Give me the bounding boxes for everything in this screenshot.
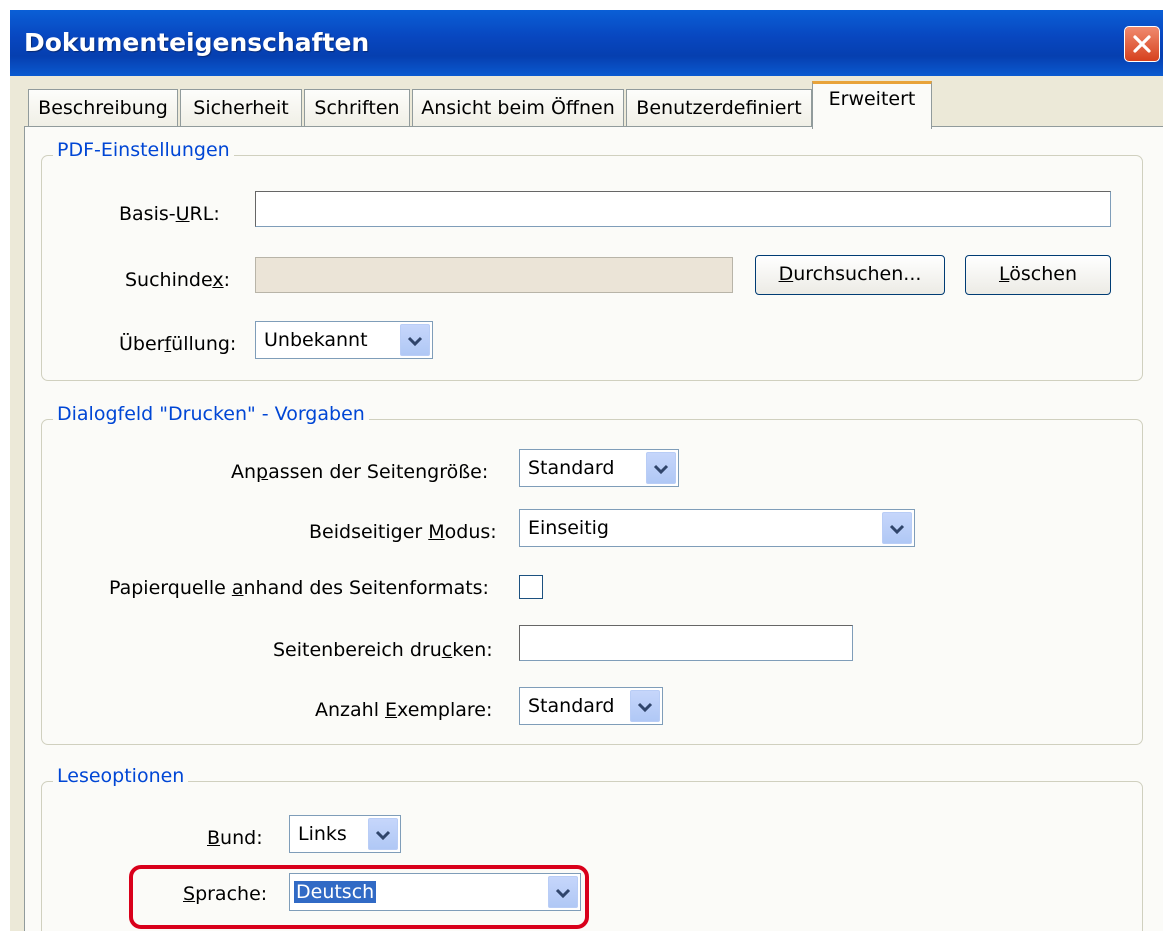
page-scaling-label: Anpassen der Seitengröße:	[231, 461, 489, 483]
binding-value: Links	[298, 823, 347, 845]
chevron-down-icon	[407, 336, 423, 347]
trapping-select[interactable]: Unbekannt	[255, 321, 433, 359]
chevron-down-icon	[375, 830, 391, 841]
binding-label: Bund:	[207, 827, 263, 849]
tab-strip: Beschreibung Sicherheit Schriften Ansich…	[10, 76, 1163, 129]
tab-sicherheit[interactable]: Sicherheit	[180, 89, 302, 126]
print-range-input[interactable]	[519, 625, 853, 661]
base-url-input[interactable]	[255, 191, 1111, 227]
tab-beschreibung[interactable]: Beschreibung	[28, 89, 178, 126]
copies-value: Standard	[528, 695, 615, 717]
tab-erweitert[interactable]: Erweitert	[812, 81, 932, 129]
copies-select[interactable]: Standard	[519, 687, 663, 725]
window-title: Dokumenteigenschaften	[24, 28, 370, 57]
duplex-select[interactable]: Einseitig	[519, 509, 915, 547]
trapping-label: Überfüllung:	[119, 333, 237, 355]
browse-button[interactable]: Durchsuchen...	[755, 255, 945, 295]
binding-select[interactable]: Links	[289, 815, 401, 853]
paper-source-label: Papierquelle anhand des Seitenformats:	[109, 577, 489, 599]
title-bar[interactable]: Dokumenteigenschaften	[10, 10, 1163, 76]
trapping-value: Unbekannt	[264, 329, 368, 351]
dropdown-arrow[interactable]	[882, 512, 912, 544]
tab-schriften[interactable]: Schriften	[304, 89, 410, 126]
close-button[interactable]	[1124, 26, 1160, 62]
legend-reading-options: Leseoptionen	[53, 765, 189, 787]
dialog-window: Dokumenteigenschaften Beschreibung Siche…	[10, 10, 1163, 931]
chevron-down-icon	[889, 524, 905, 535]
duplex-label: Beidseitiger Modus:	[309, 521, 497, 543]
language-select[interactable]: Deutsch	[289, 873, 581, 911]
dropdown-arrow[interactable]	[646, 452, 676, 484]
search-index-label: Suchindex:	[125, 269, 230, 291]
chevron-down-icon	[637, 702, 653, 713]
dropdown-arrow[interactable]	[630, 690, 660, 722]
tab-ansicht-beim-oeffnen[interactable]: Ansicht beim Öffnen	[412, 89, 624, 126]
page-scaling-select[interactable]: Standard	[519, 449, 679, 487]
tab-panel-erweitert: PDF-Einstellungen Basis-URL: Suchindex: …	[24, 126, 1163, 931]
chevron-down-icon	[555, 888, 571, 899]
delete-button[interactable]: Löschen	[965, 255, 1111, 295]
dropdown-arrow[interactable]	[548, 876, 578, 908]
tab-benutzerdefiniert[interactable]: Benutzerdefiniert	[626, 89, 812, 126]
duplex-value: Einseitig	[528, 517, 609, 539]
dropdown-arrow[interactable]	[400, 324, 430, 356]
dropdown-arrow[interactable]	[368, 818, 398, 850]
language-value: Deutsch	[294, 881, 377, 903]
chevron-down-icon	[653, 464, 669, 475]
legend-pdf-settings: PDF-Einstellungen	[53, 139, 234, 161]
base-url-label: Basis-URL:	[119, 203, 220, 225]
close-icon	[1133, 35, 1151, 53]
page-scaling-value: Standard	[528, 457, 615, 479]
language-label: Sprache:	[183, 883, 268, 905]
print-range-label: Seitenbereich drucken:	[273, 639, 493, 661]
legend-print-dialog: Dialogfeld "Drucken" - Vorgaben	[53, 403, 369, 425]
search-index-field	[255, 257, 733, 293]
paper-source-checkbox[interactable]	[519, 575, 543, 599]
copies-label: Anzahl Exemplare:	[315, 699, 493, 721]
